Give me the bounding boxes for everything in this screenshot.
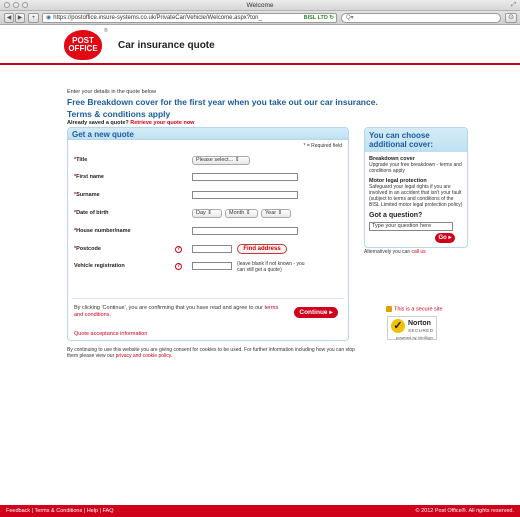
house-number-field[interactable] — [192, 227, 298, 235]
surname-label-text: Surname — [76, 192, 100, 198]
checkmark-icon: ✓ — [391, 319, 405, 333]
vehicle-registration-field[interactable] — [192, 262, 232, 270]
house-label: *House number/name — [74, 228, 131, 234]
intro-section: Enter your details in the quote below Fr… — [67, 89, 387, 126]
side-panel: You can choose additional cover: Breakdo… — [364, 127, 468, 255]
cookie-text: By continuing to use this website you ar… — [67, 347, 355, 359]
add-bookmark-button[interactable]: + — [28, 13, 39, 23]
dob-day-select[interactable]: Day ⇕ — [192, 209, 222, 218]
reload-icon[interactable]: ↻ — [329, 15, 334, 21]
additional-cover-heading: You can choose additional cover: — [365, 128, 467, 152]
window-title: Welcome — [246, 2, 274, 9]
vehicle-help-icon[interactable]: ? — [175, 263, 182, 270]
dob-year-select[interactable]: Year ⇕ — [261, 209, 291, 218]
postcode-field[interactable] — [192, 245, 232, 253]
norton-name: Norton — [408, 320, 431, 327]
post-office-logo[interactable]: POST OFFICE — [64, 30, 102, 60]
logo-line-2: OFFICE — [68, 44, 98, 53]
quote-acceptance-link[interactable]: Quote acceptance information — [74, 331, 147, 337]
title-label-text: Title — [76, 157, 88, 163]
call-us-link[interactable]: call us — [412, 249, 426, 255]
web-page: POST OFFICE ® Car insurance quote Enter … — [0, 25, 520, 517]
first-name-label: *First name — [74, 174, 104, 180]
site-footer: Feedback | Terms & Conditions | Help | F… — [0, 505, 520, 517]
norton-secured-seal[interactable]: ✓ Norton SECURED powered by VeriSign — [387, 316, 437, 340]
dob-label: *Date of birth — [74, 210, 109, 216]
forward-button[interactable]: ▶ — [15, 13, 25, 23]
surname-field[interactable] — [192, 191, 298, 199]
ssl-identity-label: BISL LTD — [303, 15, 328, 21]
call-us-line: Alternatively you can call us — [364, 249, 468, 255]
saved-quote-prefix: Already saved a quote? — [67, 120, 129, 126]
go-button[interactable]: Go ▸ — [435, 233, 455, 243]
globe-icon: ◉ — [46, 15, 52, 21]
first-name-label-text: First name — [76, 174, 104, 180]
secure-site-note: This is a secure site — [386, 306, 443, 312]
postcode-label-text: Postcode — [76, 246, 101, 252]
site-header: POST OFFICE ® Car insurance quote — [0, 25, 520, 65]
retrieve-quote-link[interactable]: Retrieve your quote now — [130, 120, 194, 126]
quote-form-panel: Get a new quote * = Required field *Titl… — [67, 127, 349, 341]
window-titlebar: Welcome ⤢ — [0, 0, 520, 11]
go-label: Go — [438, 235, 447, 241]
title-select-value: Please select... — [196, 157, 234, 163]
first-name-field[interactable] — [192, 173, 298, 181]
title-select[interactable]: Please select... ⇕ — [192, 156, 250, 165]
vehicle-label: Vehicle registration — [74, 263, 125, 269]
back-button[interactable]: ◀ — [4, 13, 14, 23]
vehicle-label-text: Vehicle registration — [74, 263, 125, 269]
form-divider — [72, 298, 344, 299]
breakdown-cover-text: Upgrade your free breakdown - terms and … — [369, 162, 462, 174]
reader-icon[interactable]: ⊙ — [505, 13, 517, 23]
intro-instruction: Enter your details in the quote below — [67, 89, 156, 95]
lock-icon — [386, 306, 392, 312]
surname-label: *Surname — [74, 192, 100, 198]
dob-month-value: Month — [229, 210, 245, 216]
confirm-text-body: By clicking 'Continue', you are confirmi… — [74, 305, 263, 311]
footer-copyright: © 2012 Post Office®. All rights reserved… — [415, 508, 515, 514]
house-label-text: House number/name — [76, 228, 131, 234]
browser-toolbar: ◀ ▶ + ◉ https://postoffice.insure-systems… — [0, 11, 520, 25]
norton-powered-by: powered by VeriSign — [396, 335, 433, 340]
question-title: Got a question? — [369, 212, 423, 219]
dob-label-text: Date of birth — [76, 210, 109, 216]
dob-year-value: Year — [265, 210, 277, 216]
promo-headline: Free Breakdown cover for the first year … — [67, 97, 378, 107]
additional-cover-box: You can choose additional cover: Breakdo… — [364, 127, 468, 248]
quote-form-heading: Get a new quote — [68, 128, 348, 140]
title-label: *Title — [74, 157, 87, 163]
promo-terms: Terms & conditions apply — [67, 109, 171, 119]
continue-button[interactable]: Continue ▸ — [294, 307, 338, 318]
confirm-text: By clicking 'Continue', you are confirmi… — [74, 305, 279, 318]
search-field[interactable]: Q▾ — [341, 13, 501, 23]
registered-mark: ® — [104, 28, 108, 34]
question-input[interactable]: Type your question here — [369, 222, 453, 231]
postcode-help-icon[interactable]: ? — [175, 246, 182, 253]
cookie-notice: By continuing to use this website you ar… — [67, 347, 355, 359]
dob-day-value: Day — [196, 210, 206, 216]
dob-month-select[interactable]: Month ⇕ — [225, 209, 258, 218]
call-us-prefix: Alternatively you can — [364, 249, 411, 255]
secure-site-text: This is a secure site — [394, 306, 443, 313]
postcode-label: *Postcode — [74, 246, 101, 252]
norton-secured-text: SECURED — [408, 328, 434, 333]
address-bar[interactable]: ◉ https://postoffice.insure-systems.co.uk… — [42, 13, 337, 23]
fullscreen-icon[interactable]: ⤢ — [511, 2, 516, 9]
footer-links[interactable]: Feedback | Terms & Conditions | Help | F… — [6, 508, 114, 514]
continue-label: Continue — [299, 309, 328, 316]
page-title: Car insurance quote — [118, 40, 215, 51]
vehicle-registration-note: (leave blank if not known - you can stil… — [237, 261, 305, 273]
find-address-button[interactable]: Find address — [237, 244, 287, 254]
saved-quote-line: Already saved a quote? Retrieve your quo… — [67, 120, 387, 126]
url-text: https://postoffice.insure-systems.co.uk/… — [53, 15, 262, 21]
legal-protection-text: Safeguard your legal rights if you are i… — [369, 184, 463, 208]
required-note: * = Required field — [303, 143, 343, 149]
privacy-policy-link[interactable]: privacy and cookie policy — [116, 353, 171, 359]
ssl-identity-badge[interactable]: BISL LTD ↻ — [304, 14, 334, 22]
additional-cover-body: Breakdown cover Upgrade your free breakd… — [365, 152, 467, 247]
